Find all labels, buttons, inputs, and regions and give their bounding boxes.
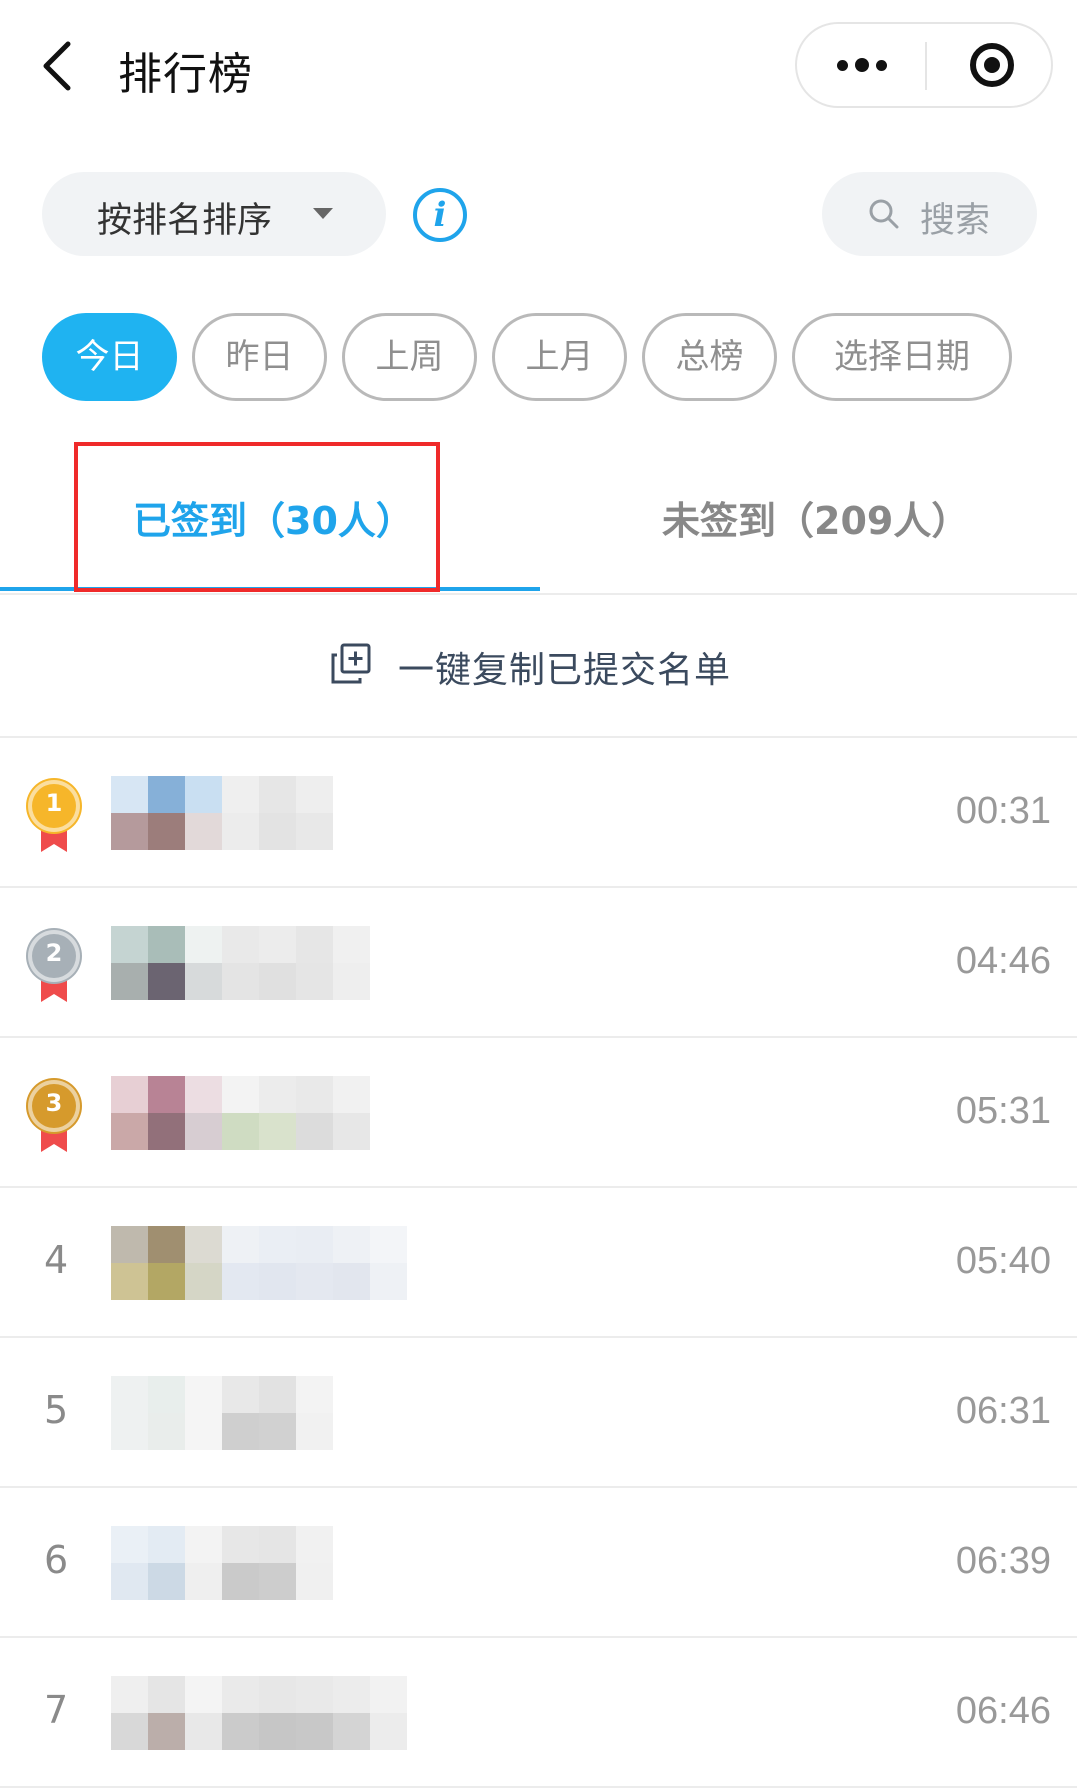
chip-last-month[interactable]: 上月 xyxy=(492,313,627,401)
info-icon[interactable]: i xyxy=(413,188,467,242)
blurred-avatar-and-name xyxy=(100,748,460,878)
rank-row[interactable]: 3 05:31 xyxy=(0,1038,1077,1188)
blurred-avatar-and-name xyxy=(100,898,460,1028)
tab-checked-in[interactable]: 已签到（30人） xyxy=(0,445,540,593)
more-button[interactable] xyxy=(797,24,925,106)
chip-last-week[interactable]: 上周 xyxy=(342,313,477,401)
active-tab-indicator xyxy=(0,587,540,591)
chip-overall[interactable]: 总榜 xyxy=(642,313,777,401)
checkin-time: 06:46 xyxy=(955,1690,1051,1732)
copy-row: 一键复制已提交名单 xyxy=(0,595,1077,738)
checkin-time: 00:31 xyxy=(955,790,1051,832)
ranking-list: 1 00:31 2 04:46 3 05:31 4 05:40 5 06:31 6 06:39 7 06:… xyxy=(0,738,1077,1788)
tab-not-checked-in-label: 未签到（209人） xyxy=(662,499,970,543)
tab-not-checked-in[interactable]: 未签到（209人） xyxy=(540,445,1077,593)
chip-select-date[interactable]: 选择日期 xyxy=(792,313,1012,401)
checkin-tabs: 已签到（30人） 未签到（209人） xyxy=(0,445,1077,595)
checkin-time: 05:40 xyxy=(955,1240,1051,1282)
medal-rank-number: 3 xyxy=(45,1089,63,1117)
copy-add-icon xyxy=(331,643,371,684)
chip-today[interactable]: 今日 xyxy=(42,313,177,401)
medal-rank-number: 2 xyxy=(45,939,63,967)
checkin-time: 06:31 xyxy=(955,1390,1051,1432)
chevron-left-icon xyxy=(43,41,71,91)
checkin-time: 06:39 xyxy=(955,1540,1051,1582)
sort-dropdown[interactable]: 按排名排序 xyxy=(42,172,386,256)
rank-row[interactable]: 6 06:39 xyxy=(0,1488,1077,1638)
rank-number: 6 xyxy=(44,1538,69,1582)
medal-bronze-icon: 3 xyxy=(28,1080,80,1154)
rank-number: 4 xyxy=(44,1238,69,1282)
search-placeholder: 搜索 xyxy=(920,201,991,241)
checkin-time: 04:46 xyxy=(955,940,1051,982)
checkin-time: 05:31 xyxy=(955,1090,1051,1132)
rank-row[interactable]: 7 06:46 xyxy=(0,1638,1077,1788)
blurred-avatar-and-name xyxy=(100,1048,460,1178)
search-icon xyxy=(869,199,899,229)
blurred-avatar-and-name xyxy=(100,1498,460,1628)
caret-down-icon xyxy=(313,208,333,219)
rank-row[interactable]: 4 05:40 xyxy=(0,1188,1077,1338)
medal-silver-icon: 2 xyxy=(28,930,80,1004)
copy-submitted-list-label: 一键复制已提交名单 xyxy=(398,650,732,691)
medal-gold-icon: 1 xyxy=(28,780,80,854)
chip-yesterday[interactable]: 昨日 xyxy=(192,313,327,401)
rank-number: 5 xyxy=(44,1388,69,1432)
nav-bar: 排行榜 xyxy=(0,0,1077,140)
rank-row[interactable]: 2 04:46 xyxy=(0,888,1077,1038)
rank-number: 7 xyxy=(44,1688,69,1732)
medal-rank-number: 1 xyxy=(45,789,63,817)
page-title: 排行榜 xyxy=(118,49,253,100)
rank-row[interactable]: 1 00:31 xyxy=(0,738,1077,888)
back-button[interactable] xyxy=(36,38,84,94)
rank-row[interactable]: 5 06:31 xyxy=(0,1338,1077,1488)
tab-checked-in-label: 已签到（30人） xyxy=(133,499,414,543)
search-input[interactable]: 搜索 xyxy=(822,172,1037,256)
blurred-avatar-and-name xyxy=(100,1348,460,1478)
close-miniprogram-button[interactable] xyxy=(927,24,1053,106)
sort-dropdown-label: 按排名排序 xyxy=(97,201,273,241)
blurred-avatar-and-name xyxy=(100,1648,460,1778)
blurred-avatar-and-name xyxy=(100,1198,460,1328)
mini-program-capsule xyxy=(795,22,1053,108)
